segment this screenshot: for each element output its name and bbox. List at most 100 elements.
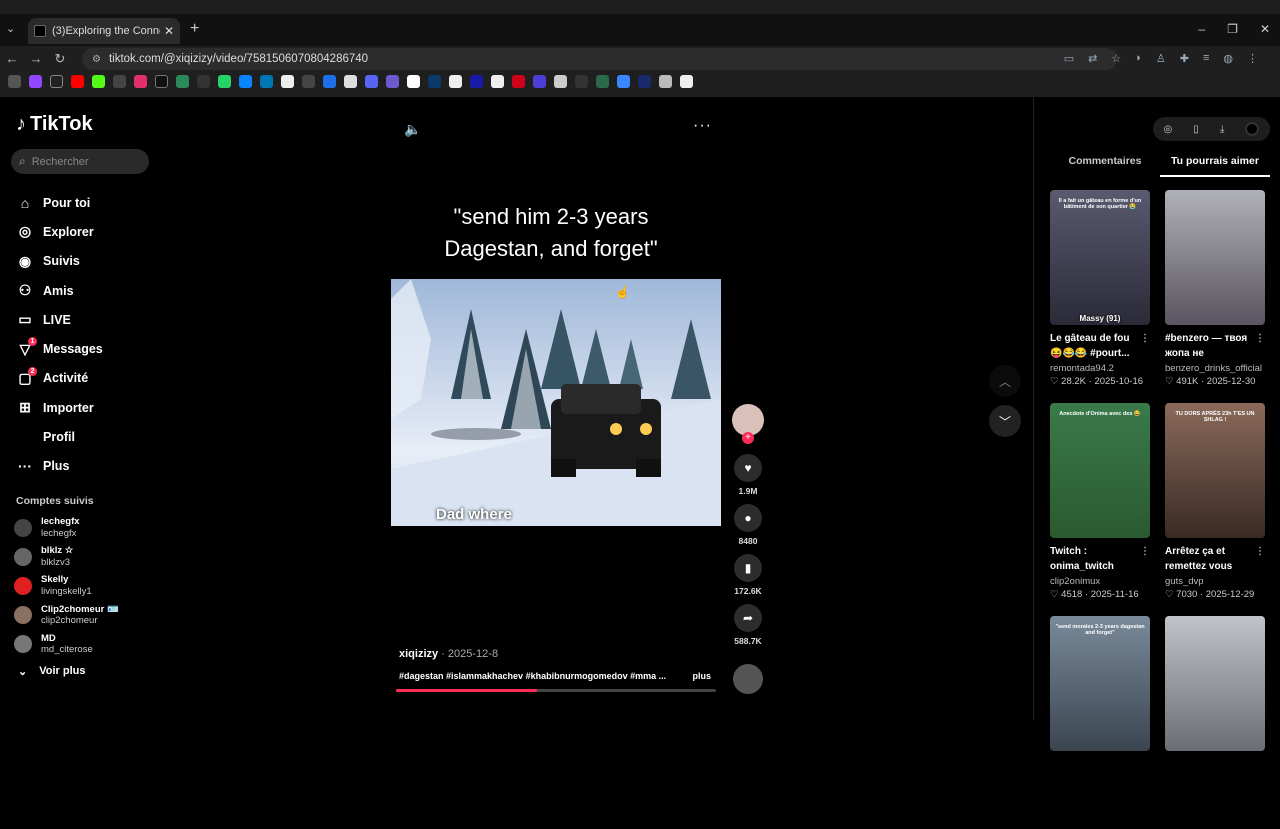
record-icon[interactable]	[1245, 122, 1260, 136]
card-more-icon[interactable]: ⋮	[1140, 544, 1150, 559]
profile-avatar-icon[interactable]: ◍	[1223, 52, 1233, 65]
bookmark-icon[interactable]	[596, 75, 609, 88]
see-more-button[interactable]: ⌄ Voir plus	[18, 665, 85, 678]
bookmark-star-icon[interactable]: ☆	[1111, 52, 1121, 65]
nav-item-amis[interactable]: ⚇ Amis	[16, 276, 103, 305]
hashtags[interactable]: #dagestan #islammakhachev #khabibnurmogo…	[399, 671, 666, 681]
bookmark-twitch-icon[interactable]	[29, 75, 42, 88]
video-thumbnail[interactable]	[1165, 616, 1265, 751]
bookmark-icon[interactable]	[407, 75, 420, 88]
bookmark-icon[interactable]	[323, 75, 336, 88]
video-progress-bar[interactable]	[396, 689, 716, 692]
next-video-button[interactable]: ﹀	[989, 405, 1021, 437]
share-button[interactable]: ➦	[734, 604, 762, 632]
bookmark-x-icon[interactable]	[50, 75, 63, 88]
following-item[interactable]: blklz ☆ blklzv3	[14, 542, 119, 571]
compass-icon[interactable]: ◎	[1164, 124, 1173, 135]
card-more-icon[interactable]: ⋮	[1140, 331, 1150, 346]
bookmark-icon[interactable]	[575, 75, 588, 88]
suggested-video-card[interactable]: TU DORS APRÈS 23h T'ES UN SHLAG ! Arrêtez…	[1165, 403, 1265, 616]
follow-plus-icon[interactable]: +	[742, 432, 754, 444]
suggested-video-card[interactable]: #benzero — твоя жопа не слипнетс... ⋮ benz…	[1165, 190, 1265, 403]
card-more-icon[interactable]: ⋮	[1255, 331, 1265, 346]
bookmark-icon[interactable]	[113, 75, 126, 88]
extension-b-icon[interactable]: ♙	[1156, 52, 1166, 65]
nav-item-activite[interactable]: ▢ 2 Activité	[16, 364, 103, 393]
nav-item-profil[interactable]: Profil	[16, 422, 103, 451]
tab-comments[interactable]: Commentaires	[1050, 151, 1160, 177]
card-more-icon[interactable]: ⋮	[1255, 544, 1265, 559]
bookmark-tiktok-icon[interactable]	[155, 75, 168, 88]
bookmark-icon[interactable]	[680, 75, 693, 88]
extensions-puzzle-icon[interactable]: ✚	[1180, 52, 1189, 65]
previous-video-button[interactable]: ︿	[989, 365, 1021, 397]
tiktok-logo[interactable]: ♪ TikTok	[16, 113, 93, 136]
card-username[interactable]: clip2onimux	[1050, 576, 1150, 587]
install-app-icon[interactable]: ▭	[1064, 52, 1074, 65]
bookmark-kick-icon[interactable]	[92, 75, 105, 88]
suggested-video-card[interactable]	[1165, 616, 1265, 829]
bookmark-youtube-icon[interactable]	[71, 75, 84, 88]
bookmark-icon[interactable]	[386, 75, 399, 88]
video-thumbnail[interactable]: "send morales 2-3 years dagestan and for…	[1050, 616, 1150, 751]
nav-item-plus[interactable]: ··· Plus	[16, 452, 103, 481]
maximize-button[interactable]: ❐	[1227, 22, 1238, 36]
bookmark-icon[interactable]	[617, 75, 630, 88]
translate-icon[interactable]: ⇄	[1088, 52, 1097, 65]
more-options-icon[interactable]: ···	[693, 117, 712, 135]
nav-item-live[interactable]: ▭ LIVE	[16, 305, 103, 334]
bookmark-icon[interactable]	[365, 75, 378, 88]
tab-list-button[interactable]: ⌄	[6, 22, 15, 35]
music-disc-avatar[interactable]	[733, 664, 763, 694]
card-username[interactable]: benzero_drinks_official	[1165, 363, 1265, 374]
media-controls-icon[interactable]: ≡	[1203, 52, 1209, 65]
bookmark-icon[interactable]	[533, 75, 546, 88]
menu-kebab-icon[interactable]: ⋮	[1247, 52, 1258, 65]
video-thumbnail[interactable]: Anecdote d'Onima avec des 😂	[1050, 403, 1150, 538]
minimize-button[interactable]: –	[1198, 22, 1205, 36]
bookmark-icon[interactable]	[512, 75, 525, 88]
bookmark-icon[interactable]	[218, 75, 231, 88]
like-button[interactable]: ♥	[734, 454, 762, 482]
nav-item-explorer[interactable]: ◎ Explorer	[16, 217, 103, 246]
bookmark-icon[interactable]	[239, 75, 252, 88]
save-button[interactable]: ▮	[734, 554, 762, 582]
creator-avatar[interactable]: +	[732, 404, 764, 444]
bookmark-icon[interactable]	[659, 75, 672, 88]
following-item[interactable]: lechegfx lechegfx	[14, 513, 119, 542]
bookmark-icon[interactable]	[344, 75, 357, 88]
forward-icon[interactable]: →	[24, 51, 48, 66]
bookmark-icon[interactable]	[470, 75, 483, 88]
nav-item-suivis[interactable]: ◉ Suivis	[16, 247, 103, 276]
more-link[interactable]: plus	[692, 671, 711, 681]
nav-item-pour-toi[interactable]: ⌂ Pour toi	[16, 188, 103, 217]
search-input[interactable]: ⌕ Rechercher	[11, 149, 149, 174]
bookmark-icon[interactable]	[197, 75, 210, 88]
bookmark-icon[interactable]	[554, 75, 567, 88]
card-username[interactable]: guts_dvp	[1165, 576, 1265, 587]
comment-button[interactable]: ●	[734, 504, 762, 532]
tab-you-may-like[interactable]: Tu pourrais aimer	[1160, 151, 1270, 177]
nav-item-messages[interactable]: ▽ 1 Messages	[16, 334, 103, 363]
reload-icon[interactable]: ↻	[48, 51, 72, 67]
suggested-video-card[interactable]: Anecdote d'Onima avec des 😂 Twitch : onim…	[1050, 403, 1150, 616]
nav-item-importer[interactable]: ⊞ Importer	[16, 393, 103, 422]
address-bar[interactable]: ⚙ tiktok.com/@xiqizizy/video/75815060708…	[82, 48, 1117, 70]
mobile-icon[interactable]: ▯	[1193, 124, 1199, 135]
bookmark-icon[interactable]	[638, 75, 651, 88]
back-icon[interactable]: ←	[0, 51, 24, 66]
card-username[interactable]: remontada94.2	[1050, 363, 1150, 374]
video-thumbnail[interactable]: TU DORS APRÈS 23h T'ES UN SHLAG !	[1165, 403, 1265, 538]
tab-close-icon[interactable]: ✕	[164, 24, 174, 38]
bookmark-icon[interactable]	[449, 75, 462, 88]
video-thumbnail[interactable]: Il a fait un gâteau en forme d'un bâtime…	[1050, 190, 1150, 325]
bookmark-icon[interactable]	[176, 75, 189, 88]
suggested-video-card[interactable]: "send morales 2-3 years dagestan and for…	[1050, 616, 1150, 829]
following-item[interactable]: Skelly livingskelly1	[14, 571, 119, 600]
new-tab-button[interactable]: +	[190, 20, 199, 38]
apps-icon[interactable]	[8, 75, 21, 88]
video-player[interactable]: Dad where	[391, 279, 721, 526]
video-thumbnail[interactable]	[1165, 190, 1265, 325]
bookmark-info-icon[interactable]	[281, 75, 294, 88]
bookmark-icon[interactable]	[491, 75, 504, 88]
